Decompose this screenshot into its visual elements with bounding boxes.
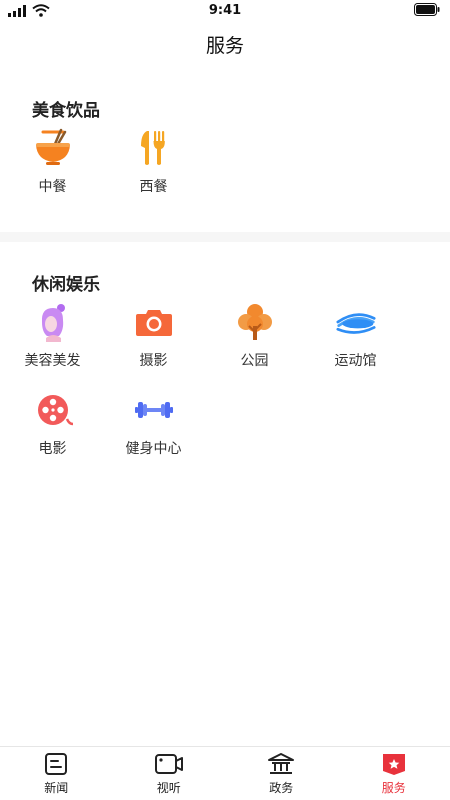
camera-icon <box>134 302 174 342</box>
status-bar: 9:41 <box>0 0 450 24</box>
tab-news[interactable]: 新闻 <box>0 747 113 800</box>
dumbbell-icon <box>134 390 174 430</box>
battery-icon <box>414 3 440 20</box>
tab-government[interactable]: 政务 <box>225 747 338 800</box>
service-label: 运动馆 <box>334 353 377 369</box>
video-icon <box>154 751 183 777</box>
beauty-hair-icon <box>33 302 73 342</box>
section-food: 美食饮品 中餐 西餐 <box>0 68 450 232</box>
stadium-icon <box>335 302 376 342</box>
tab-service[interactable]: 服务 <box>338 747 450 800</box>
service-label: 西餐 <box>139 179 168 195</box>
government-icon <box>267 751 295 777</box>
noodle-bowl-icon <box>33 128 73 168</box>
service-label: 摄影 <box>139 353 168 369</box>
service-item-photography[interactable]: 摄影 <box>103 300 204 388</box>
tab-label: 服务 <box>381 781 406 795</box>
service-grid: 中餐 西餐 <box>0 126 450 214</box>
bottom-tab-bar: 新闻 视听 政务 服务 <box>0 746 450 800</box>
fork-knife-icon <box>134 128 174 168</box>
service-label: 电影 <box>38 441 67 457</box>
section-divider <box>0 232 450 242</box>
tree-icon <box>235 302 275 342</box>
service-label: 健身中心 <box>125 441 182 457</box>
status-time: 9:41 <box>208 3 242 18</box>
section-title: 美食饮品 <box>32 101 100 121</box>
service-label: 中餐 <box>38 179 67 195</box>
service-item-gym[interactable]: 健身中心 <box>103 388 204 476</box>
service-label: 美容美发 <box>24 353 81 369</box>
service-item-park[interactable]: 公园 <box>204 300 305 388</box>
section-leisure: 休闲娱乐 美容美发 摄影 公园 运动馆 电影 健身中心 <box>0 242 450 494</box>
service-icon <box>380 751 408 777</box>
section-title: 休闲娱乐 <box>32 275 100 295</box>
news-icon <box>42 751 70 777</box>
tab-label: 新闻 <box>44 781 69 795</box>
service-label: 公园 <box>240 353 269 369</box>
service-item-beauty[interactable]: 美容美发 <box>2 300 103 388</box>
service-item-western-food[interactable]: 西餐 <box>103 126 204 214</box>
tab-video[interactable]: 视听 <box>113 747 226 800</box>
service-item-stadium[interactable]: 运动馆 <box>305 300 406 388</box>
service-item-movie[interactable]: 电影 <box>2 388 103 476</box>
page-title: 服务 <box>205 35 244 57</box>
film-reel-icon <box>33 390 73 430</box>
tab-label: 视听 <box>156 781 181 795</box>
service-item-chinese-food[interactable]: 中餐 <box>2 126 103 214</box>
tab-label: 政务 <box>269 781 294 795</box>
service-grid: 美容美发 摄影 公园 运动馆 电影 健身中心 <box>0 300 450 476</box>
